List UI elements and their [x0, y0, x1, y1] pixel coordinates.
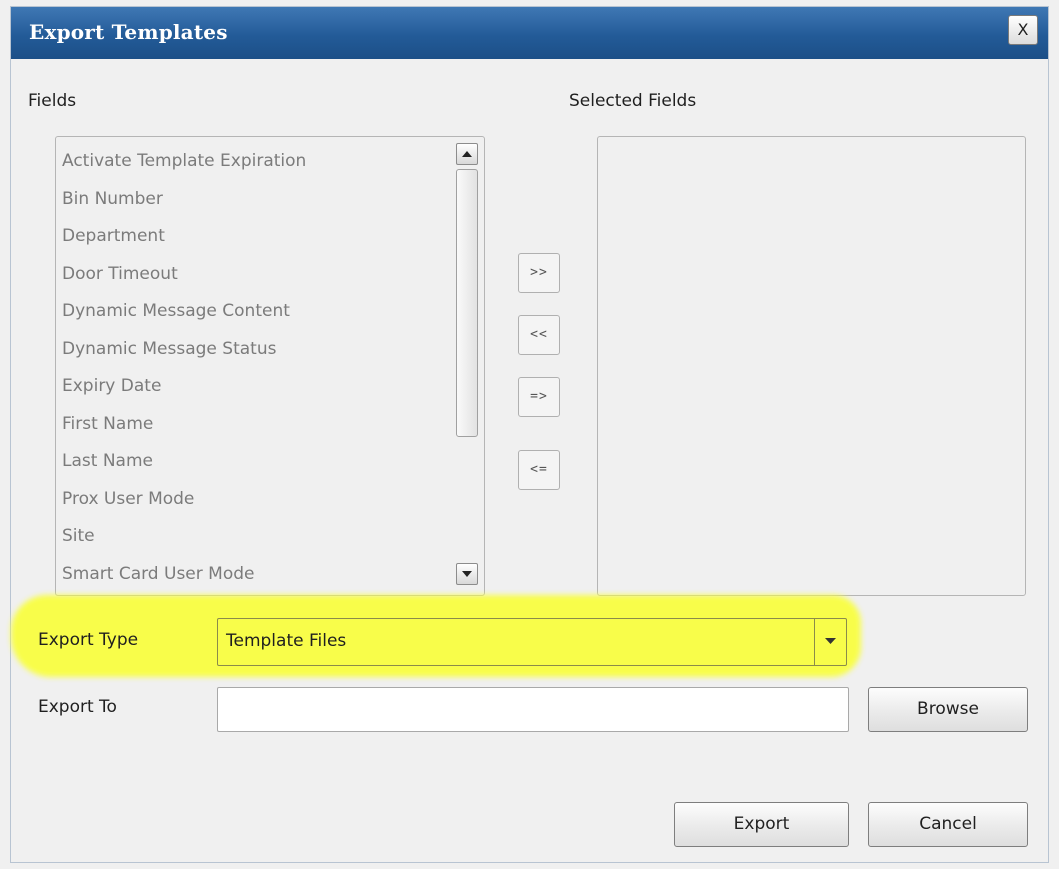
selected-fields-list[interactable] — [597, 136, 1026, 596]
selected-fields-label: Selected Fields — [569, 91, 697, 111]
fields-list[interactable]: Activate Template Expiration Bin Number … — [55, 136, 485, 596]
scroll-down-button[interactable] — [456, 563, 478, 585]
remove-all-button[interactable]: <= — [518, 450, 560, 490]
list-item[interactable]: Bin Number — [62, 181, 306, 219]
fields-label: Fields — [28, 91, 77, 111]
list-item[interactable]: Dynamic Message Content — [62, 293, 306, 331]
dialog-title: Export Templates — [29, 20, 228, 44]
add-selected-button[interactable]: >> — [518, 253, 560, 293]
export-type-label: Export Type — [38, 630, 139, 650]
export-type-value: Template Files — [226, 631, 347, 651]
cancel-button[interactable]: Cancel — [868, 802, 1028, 847]
add-all-button[interactable]: => — [518, 377, 560, 417]
export-to-label: Export To — [38, 697, 117, 717]
arrow-down-icon — [462, 571, 472, 577]
list-item[interactable]: Smart Card User Mode — [62, 556, 306, 594]
scroll-up-button[interactable] — [456, 143, 478, 165]
export-type-dropdown[interactable]: Template Files — [217, 618, 847, 666]
list-item[interactable]: First Name — [62, 406, 306, 444]
fields-scrollbar[interactable] — [456, 143, 478, 585]
export-templates-dialog: Export Templates X Fields Selected Field… — [10, 6, 1049, 863]
export-to-input[interactable] — [217, 687, 849, 732]
title-bar: Export Templates X — [11, 7, 1048, 59]
dropdown-button[interactable] — [814, 619, 846, 665]
list-item[interactable]: Site — [62, 518, 306, 556]
list-item[interactable]: Last Name — [62, 443, 306, 481]
list-item[interactable]: Expiry Date — [62, 368, 306, 406]
list-item[interactable]: Dynamic Message Status — [62, 331, 306, 369]
list-item[interactable]: Department — [62, 218, 306, 256]
export-button[interactable]: Export — [674, 802, 849, 847]
list-item[interactable]: Door Timeout — [62, 256, 306, 294]
scroll-thumb[interactable] — [456, 169, 478, 437]
close-button[interactable]: X — [1008, 15, 1038, 45]
chevron-down-icon — [825, 638, 836, 644]
browse-button[interactable]: Browse — [868, 687, 1028, 732]
list-item[interactable]: Prox User Mode — [62, 481, 306, 519]
list-item[interactable]: Activate Template Expiration — [62, 143, 306, 181]
fields-list-items: Activate Template Expiration Bin Number … — [62, 143, 306, 593]
arrow-up-icon — [462, 151, 472, 157]
remove-selected-button[interactable]: << — [518, 315, 560, 355]
